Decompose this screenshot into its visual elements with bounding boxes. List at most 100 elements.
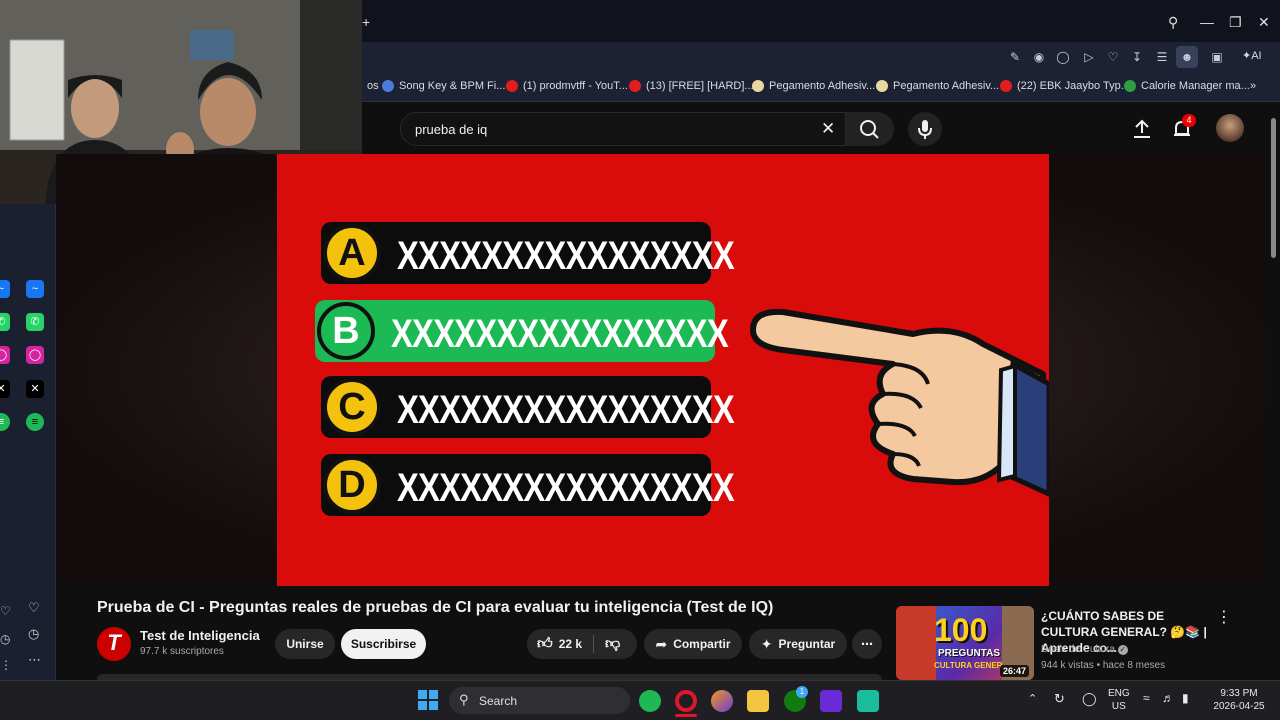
search-button[interactable] xyxy=(846,112,894,146)
start-button[interactable] xyxy=(417,689,439,711)
history-icon[interactable]: ◷ xyxy=(0,632,10,646)
share-icon: ➦ xyxy=(655,635,668,652)
minimize-icon[interactable]: — xyxy=(1200,14,1214,30)
bookmark-item[interactable]: Calorie Manager ma... xyxy=(1124,80,1250,92)
search-box[interactable]: prueba de iq ✕ xyxy=(400,112,846,146)
play-icon[interactable]: ▷ xyxy=(1082,50,1096,64)
clock[interactable]: 9:33 PM 2026-04-25 xyxy=(1207,687,1271,713)
instagram-icon[interactable]: ◯ xyxy=(0,346,10,364)
join-button[interactable]: Unirse xyxy=(275,629,335,659)
opera-gx-taskbar-icon[interactable] xyxy=(675,690,697,712)
answer-text: XXXXXXXXXXXXXXXX xyxy=(397,466,735,510)
messenger-icon[interactable]: ~ xyxy=(26,280,44,298)
recommended-menu-icon[interactable]: ⋮ xyxy=(1216,607,1232,627)
shield-icon[interactable]: ◯ xyxy=(1056,50,1070,64)
instagram-icon[interactable]: ◯ xyxy=(26,346,44,364)
xbox-badge: 1 xyxy=(796,686,808,698)
menu-icon[interactable]: ☰ xyxy=(1155,50,1169,64)
bookmark-item[interactable]: Pegamento Adhesiv... xyxy=(876,80,999,92)
favorites-icon[interactable]: ♡ xyxy=(0,604,11,618)
bookmark-item[interactable]: (22) EBK Jaaybo Typ... xyxy=(1000,80,1130,92)
thumb-number: 100 xyxy=(934,612,988,648)
x-icon[interactable]: ✕ xyxy=(26,380,44,398)
more-bookmarks-icon[interactable]: » xyxy=(1250,80,1256,92)
language-indicator[interactable]: ENG US xyxy=(1108,687,1130,713)
bookmark-favicon-icon xyxy=(1124,80,1136,92)
close-window-icon[interactable]: ✕ xyxy=(1258,14,1270,31)
fl-studio-taskbar-icon[interactable] xyxy=(711,690,733,712)
volume-icon[interactable]: ♬ xyxy=(1162,691,1174,705)
recommended-meta: Dosis de Cultura ✓ 944 k vistas • hace 8… xyxy=(1041,642,1165,674)
active-app-indicator xyxy=(675,714,697,717)
more-icon[interactable]: ⋯ xyxy=(28,652,41,668)
ask-button[interactable]: ✦ Preguntar xyxy=(749,629,847,659)
subscribe-button[interactable]: Suscribirse xyxy=(341,629,426,659)
account-avatar[interactable] xyxy=(1216,114,1244,142)
sync-icon[interactable]: ↻ xyxy=(1054,691,1065,707)
bookmark-label: (1) prodmvtff - YouT... xyxy=(523,80,628,92)
whatsapp-icon[interactable]: ✆ xyxy=(26,313,44,331)
wifi-icon[interactable]: ≈ xyxy=(1143,691,1150,705)
recommended-thumbnail[interactable]: 100 PREGUNTAS CULTURA GENERAL 26:47 xyxy=(896,606,1034,680)
bookmark-favicon-icon xyxy=(752,80,764,92)
app-taskbar-icon[interactable] xyxy=(857,690,879,712)
like-icon[interactable]: 👍︎ xyxy=(537,635,553,653)
show-hidden-icons[interactable]: ⌃ xyxy=(1028,692,1037,705)
bookmark-label: os xyxy=(367,80,379,92)
new-tab-icon[interactable]: + xyxy=(362,14,370,30)
camera-icon[interactable]: ◉ xyxy=(1032,50,1046,64)
edit-icon[interactable]: ✎ xyxy=(1008,50,1022,64)
more-actions-button[interactable]: ⋯ xyxy=(852,629,882,659)
bookmark-item[interactable]: (1) prodmvtff - YouT... xyxy=(506,80,628,92)
bookmark-favicon-icon xyxy=(1000,80,1012,92)
download-icon[interactable]: ↧ xyxy=(1130,50,1144,64)
answer-letter-badge: A xyxy=(323,224,381,282)
channel-name[interactable]: Test de Inteligencia xyxy=(140,628,260,643)
upload-icon[interactable] xyxy=(1132,118,1152,140)
bookmark-item[interactable]: (13) [FREE] [HARD]... xyxy=(629,80,754,92)
answer-text: XXXXXXXXXXXXXXXX xyxy=(397,234,735,278)
search-icon: ⚲ xyxy=(459,692,469,707)
taskbar-search[interactable]: ⚲ Search xyxy=(449,687,630,714)
recommended-channel[interactable]: Dosis de Cultura xyxy=(1041,644,1115,655)
microphone-tray-icon[interactable]: ◯ xyxy=(1082,691,1097,707)
microphone-icon xyxy=(918,120,932,139)
share-button[interactable]: ➦ Compartir xyxy=(644,629,742,659)
favorites-icon[interactable]: ♡ xyxy=(28,600,40,616)
bookmark-label: Calorie Manager ma... xyxy=(1141,80,1250,92)
spotify-taskbar-icon[interactable] xyxy=(639,690,661,712)
xbox-taskbar-icon[interactable]: 1 xyxy=(784,686,808,712)
notifications-icon[interactable]: 4 xyxy=(1172,114,1196,140)
profile-icon[interactable]: ☻ xyxy=(1176,46,1198,68)
answer-letter-badge: B xyxy=(317,302,375,360)
channel-logo[interactable]: T xyxy=(97,627,131,661)
bookmark-favicon-icon xyxy=(876,80,888,92)
history-icon[interactable]: ◷ xyxy=(28,626,39,642)
heart-icon[interactable]: ♡ xyxy=(1106,50,1120,64)
bookmark-item[interactable]: Song Key & BPM Fi... xyxy=(382,80,505,92)
extension-icon[interactable]: ▣ xyxy=(1210,50,1224,64)
search-input[interactable]: prueba de iq xyxy=(415,122,487,137)
voice-search-button[interactable] xyxy=(908,112,942,146)
maximize-icon[interactable]: ❐ xyxy=(1229,14,1242,31)
bookmark-label: (13) [FREE] [HARD]... xyxy=(646,80,754,92)
messenger-icon[interactable]: ~ xyxy=(0,280,10,298)
more-icon[interactable]: ⋮ xyxy=(0,658,12,672)
dislike-icon[interactable]: 👎︎ xyxy=(605,635,620,653)
x-icon[interactable]: ✕ xyxy=(0,380,10,398)
spotify-icon[interactable]: ≡ xyxy=(26,413,44,431)
answer-text: XXXXXXXXXXXXXXXX xyxy=(397,388,735,432)
ai-button[interactable]: ✦AI xyxy=(1242,49,1278,67)
like-count[interactable]: 22 k xyxy=(559,637,582,651)
file-explorer-taskbar-icon[interactable] xyxy=(747,690,769,712)
page-scrollbar[interactable] xyxy=(1271,118,1276,258)
photos-taskbar-icon[interactable] xyxy=(820,690,842,712)
clear-search-icon[interactable]: ✕ xyxy=(821,119,835,139)
spotify-icon[interactable]: ≡ xyxy=(0,413,10,431)
bookmark-favicon-icon xyxy=(629,80,641,92)
search-tabs-icon[interactable]: ⚲ xyxy=(1168,14,1178,31)
bookmark-item[interactable]: Pegamento Adhesiv... xyxy=(752,80,875,92)
battery-icon[interactable]: ▮ xyxy=(1182,691,1189,705)
whatsapp-icon[interactable]: ✆ xyxy=(0,313,10,331)
video-frame[interactable]: A XXXXXXXXXXXXXXXX B XXXXXXXXXXXXXXXX C XXXXX… xyxy=(277,154,1049,586)
